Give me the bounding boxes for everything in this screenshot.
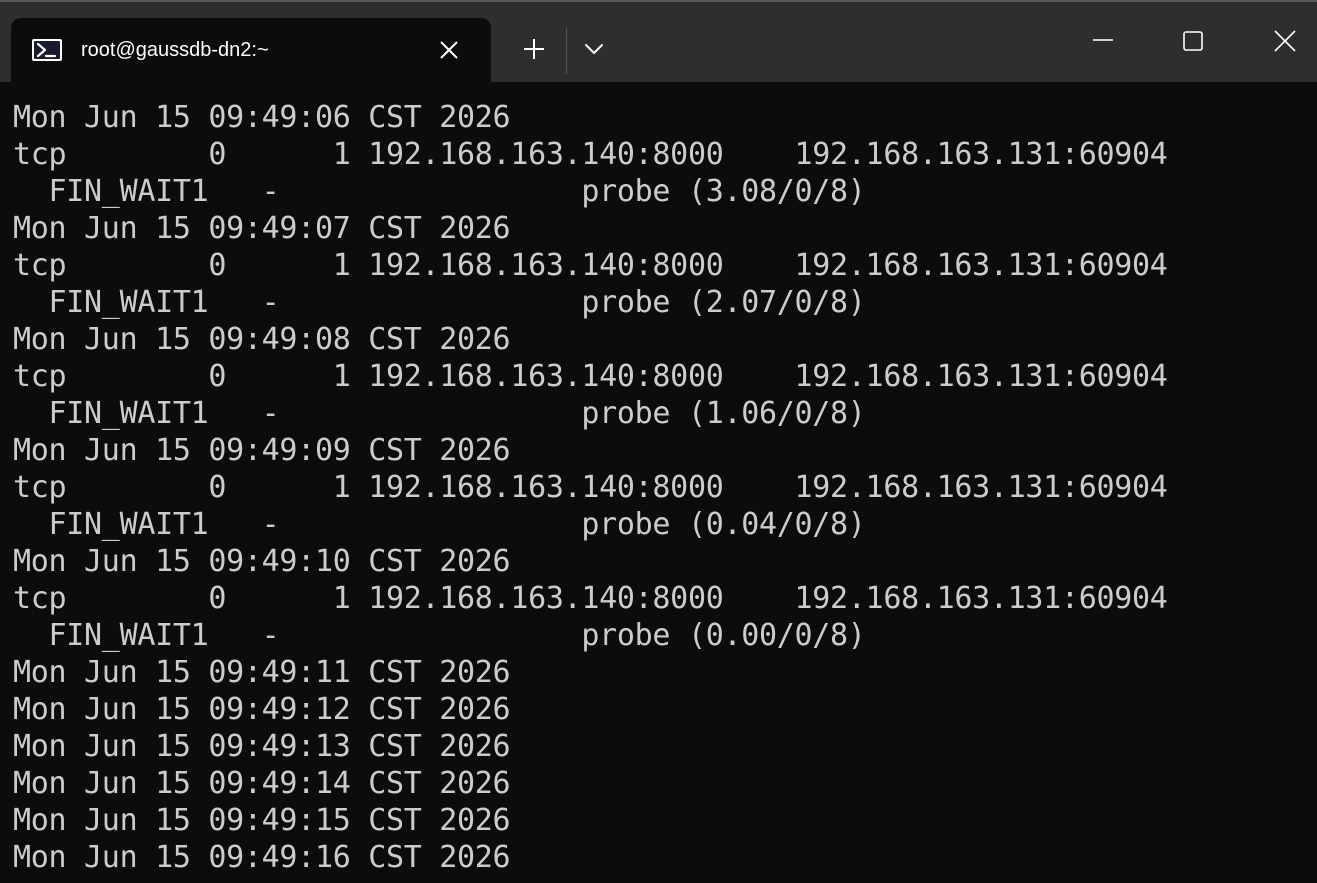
terminal-line: FIN_WAIT1 - probe (1.06/0/8) xyxy=(13,396,866,431)
new-tab-button[interactable] xyxy=(512,30,556,70)
terminal-line: Mon Jun 15 09:49:16 CST 2026 xyxy=(13,840,511,875)
terminal-line: Mon Jun 15 09:49:09 CST 2026 xyxy=(13,433,511,468)
terminal-line: Mon Jun 15 09:49:07 CST 2026 xyxy=(13,211,511,246)
terminal-line: Mon Jun 15 09:49:14 CST 2026 xyxy=(13,766,511,801)
terminal-line: Mon Jun 15 09:49:13 CST 2026 xyxy=(13,729,511,764)
terminal-line: tcp 0 1 192.168.163.140:8000 192.168.163… xyxy=(13,248,1168,283)
terminal-line: Mon Jun 15 09:49:15 CST 2026 xyxy=(13,803,511,838)
minimize-icon xyxy=(1093,39,1113,41)
terminal-line: Mon Jun 15 09:49:11 CST 2026 xyxy=(13,655,511,690)
window-border xyxy=(0,0,1317,2)
terminal-line: Mon Jun 15 09:49:06 CST 2026 xyxy=(13,100,511,135)
terminal-line: Mon Jun 15 09:49:12 CST 2026 xyxy=(13,692,511,727)
terminal-line: Mon Jun 15 09:49:08 CST 2026 xyxy=(13,322,511,357)
close-icon xyxy=(1274,30,1296,52)
maximize-button[interactable] xyxy=(1170,18,1216,64)
terminal-line: tcp 0 1 192.168.163.140:8000 192.168.163… xyxy=(13,581,1168,616)
maximize-icon xyxy=(1183,31,1203,51)
tab-title: root@gaussdb-dn2:~ xyxy=(81,39,269,61)
close-icon[interactable] xyxy=(435,36,463,64)
powershell-icon xyxy=(31,38,63,62)
terminal-line: FIN_WAIT1 - probe (2.07/0/8) xyxy=(13,285,866,320)
minimize-button[interactable] xyxy=(1080,18,1126,64)
plus-icon xyxy=(524,39,544,59)
profiles-dropdown-button[interactable] xyxy=(576,30,612,70)
terminal-window: root@gaussdb-dn2:~ Mon Jun 15 09:49:06 C… xyxy=(0,0,1317,883)
close-button[interactable] xyxy=(1262,18,1308,64)
terminal-line: FIN_WAIT1 - probe (0.04/0/8) xyxy=(13,507,866,542)
terminal-line: tcp 0 1 192.168.163.140:8000 192.168.163… xyxy=(13,470,1168,505)
tab-divider xyxy=(566,28,567,74)
terminal-line: tcp 0 1 192.168.163.140:8000 192.168.163… xyxy=(13,137,1168,172)
terminal-line: FIN_WAIT1 - probe (3.08/0/8) xyxy=(13,174,866,209)
terminal-output[interactable]: Mon Jun 15 09:49:06 CST 2026 tcp 0 1 192.… xyxy=(13,99,1313,883)
terminal-line: FIN_WAIT1 - probe (0.00/0/8) xyxy=(13,618,866,653)
tab-active-session[interactable]: root@gaussdb-dn2:~ xyxy=(11,18,491,82)
chevron-down-icon xyxy=(585,44,603,54)
title-bar: root@gaussdb-dn2:~ xyxy=(0,0,1317,82)
terminal-line: Mon Jun 15 09:49:10 CST 2026 xyxy=(13,544,511,579)
terminal-line: tcp 0 1 192.168.163.140:8000 192.168.163… xyxy=(13,359,1168,394)
